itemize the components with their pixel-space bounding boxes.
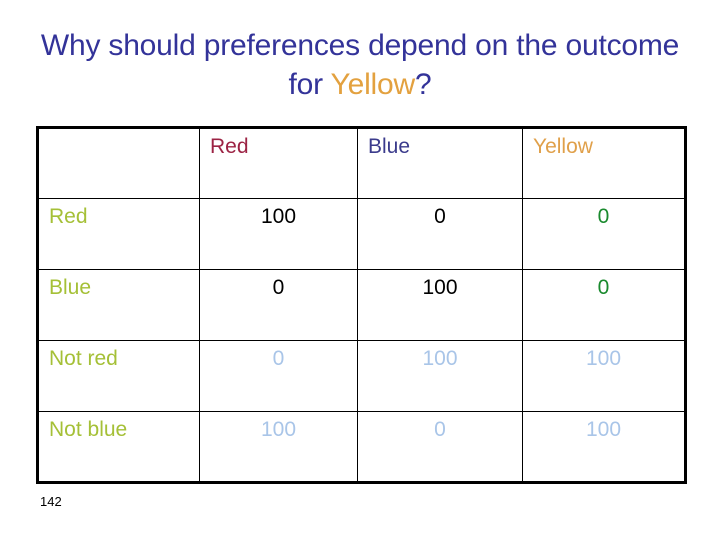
- row-header-blue: Blue: [37, 269, 200, 341]
- cell-blue-blue: 100: [357, 269, 523, 341]
- cell-red-red: 100: [199, 198, 358, 270]
- payoff-table: Red Blue Yellow Red 100 0 0 Blue 0 100 0…: [36, 126, 687, 484]
- column-header-blue: Blue: [357, 127, 523, 199]
- cell-red-yellow: 0: [522, 198, 686, 270]
- slide-number: 142: [40, 494, 62, 509]
- page-title: Why should preferences depend on the out…: [24, 26, 696, 104]
- row-header-red: Red: [37, 198, 200, 270]
- column-header-yellow: Yellow: [522, 127, 686, 199]
- table-row: Not red 0 100 100: [37, 340, 686, 412]
- table-header-row: Red Blue Yellow: [37, 127, 686, 199]
- column-header-red: Red: [199, 127, 358, 199]
- cell-not-red-blue: 100: [357, 340, 523, 412]
- cell-not-red-yellow: 100: [522, 340, 686, 412]
- table-row: Not blue 100 0 100: [37, 411, 686, 483]
- cell-not-blue-red: 100: [199, 411, 358, 483]
- table-row: Red 100 0 0: [37, 198, 686, 270]
- table-corner-cell: [37, 127, 200, 199]
- cell-not-red-red: 0: [199, 340, 358, 412]
- row-header-not-blue: Not blue: [37, 411, 200, 483]
- row-header-not-red: Not red: [37, 340, 200, 412]
- cell-blue-red: 0: [199, 269, 358, 341]
- page-title-highlight-yellow: Yellow: [330, 68, 416, 101]
- table-row: Blue 0 100 0: [37, 269, 686, 341]
- cell-not-blue-yellow: 100: [522, 411, 686, 483]
- cell-blue-yellow: 0: [522, 269, 686, 341]
- cell-not-blue-blue: 0: [357, 411, 523, 483]
- page-title-text-trail: ?: [414, 68, 432, 101]
- cell-red-blue: 0: [357, 198, 523, 270]
